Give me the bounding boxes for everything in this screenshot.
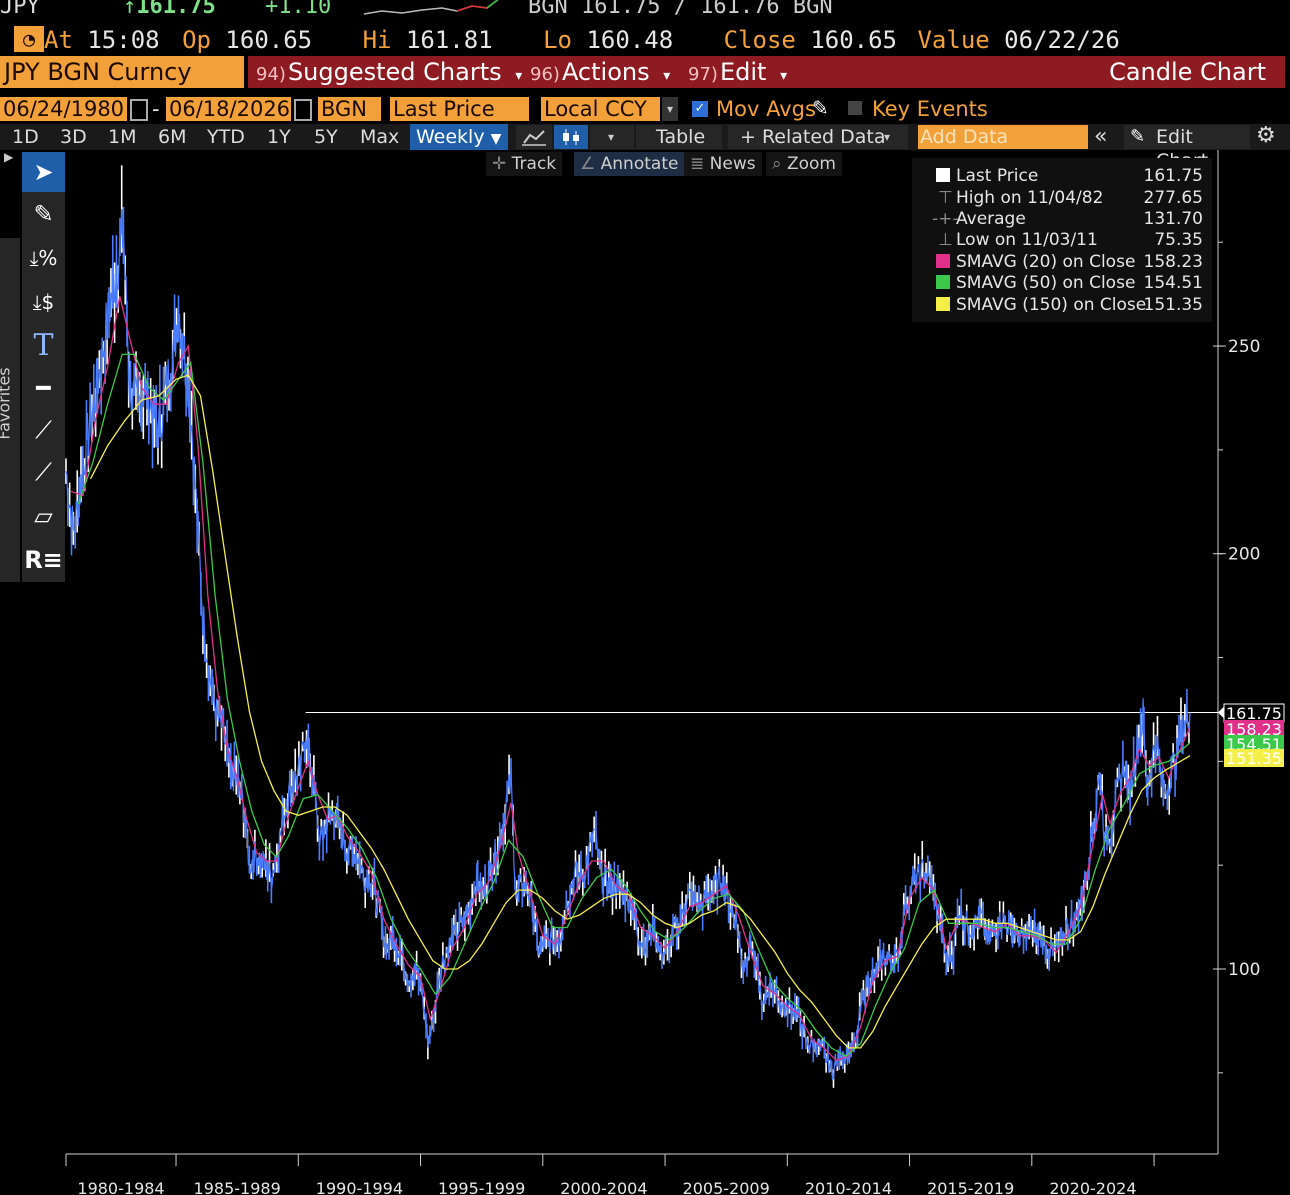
- x-tick-label: 2015-2019: [927, 1179, 1014, 1195]
- y-tick-label: 200: [1228, 545, 1260, 565]
- x-tick-label: 1990-1994: [316, 1179, 403, 1195]
- x-tick-label: 2005-2009: [683, 1179, 770, 1195]
- price-series-line: [65, 209, 1191, 1081]
- axis-value-label: 151.35: [1226, 749, 1282, 768]
- y-tick-label: 100: [1228, 960, 1260, 980]
- x-tick-label: 2020-2024: [1049, 1179, 1136, 1195]
- x-tick-label: 1995-1999: [438, 1179, 525, 1195]
- x-tick-label: 2000-2004: [560, 1179, 647, 1195]
- x-tick-label: 2010-2014: [805, 1179, 892, 1195]
- y-tick-label: 250: [1228, 337, 1260, 357]
- price-chart[interactable]: 100 200 250 1980-1984 1985-1989 1990-1994 1995…: [0, 0, 1290, 1195]
- axis-pointer: [1218, 706, 1224, 719]
- sma20-line: [70, 296, 1191, 1062]
- x-tick-label: 1980-1984: [77, 1179, 164, 1195]
- x-tick-label: 1985-1989: [194, 1179, 281, 1195]
